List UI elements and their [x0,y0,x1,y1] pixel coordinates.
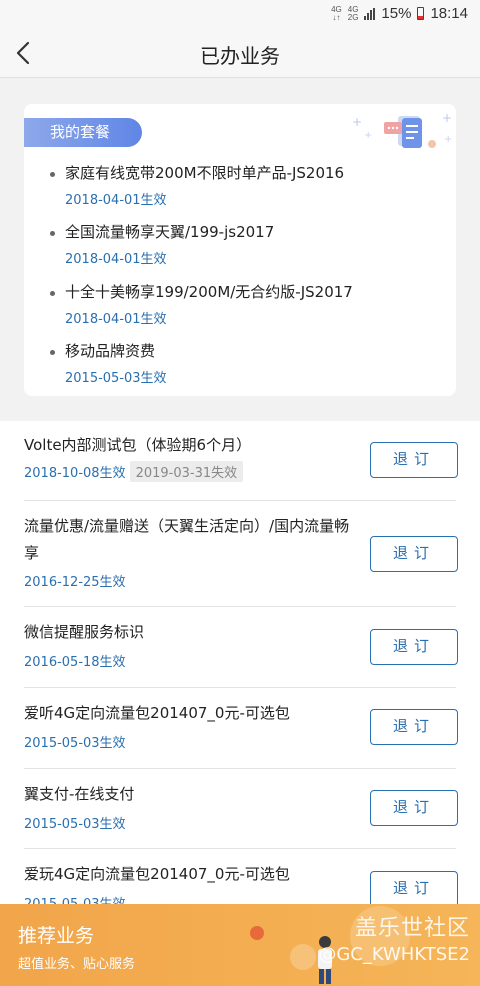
plan-item-name: 家庭有线宽带200M不限时单产品-JS2016 [65,164,345,182]
service-name: Volte内部测试包（体验期6个月） [24,436,252,454]
service-effective-date: 2015-05-03生效 [24,817,126,832]
bullet-dot [50,291,55,296]
service-row: 翼支付-在线支付 2015-05-03生效 退订 [24,769,458,849]
service-name: 爱听4G定向流量包201407_0元-可选包 [24,704,290,722]
svg-text:+: + [444,134,452,145]
service-date: 2018-10-08生效 2019-03-31失效 [24,461,244,482]
unsubscribe-button[interactable]: 退订 [370,536,458,572]
banner-subtitle: 超值业务、贴心服务 [18,957,136,972]
nav-bar: 已办业务 [0,28,480,78]
clock: 18:14 [430,5,468,22]
plan-item-date: 2018-04-01生效 [65,252,167,267]
unsubscribe-button[interactable]: 退订 [370,790,458,826]
services-list: Volte内部测试包（体验期6个月） 2018-10-08生效 2019-03-3… [0,421,480,986]
bullet-dot [50,172,55,177]
expire-badge: 2019-03-31失效 [129,461,244,482]
service-effective-date: 2015-05-03生效 [24,736,126,751]
unsubscribe-button[interactable]: 退订 [370,871,458,907]
service-effective-date: 2016-05-18生效 [24,655,126,670]
service-name: 流量优惠/流量赠送（天翼生活定向）/国内流量畅享 [24,517,350,562]
recommend-banner[interactable]: 推荐业务 超值业务、贴心服务 盖乐世社区 @GC_KWHKTSE2 [0,904,480,986]
signal-icon [364,7,376,20]
service-effective-date: 2018-10-08生效 [24,466,126,481]
plan-item-name: 十全十美畅享199/200M/无合约版-JS2017 [65,283,353,301]
decor-dot [250,926,264,940]
network-type-2: 4G 2G [347,4,359,22]
plan-item-name: 移动品牌资费 [65,342,156,360]
watermark-community: 盖乐世社区 [354,916,470,941]
document-illustration-icon: + + + + [352,111,452,148]
service-row: 流量优惠/流量赠送（天翼生活定向）/国内流量畅享 2016-12-25生效 退订 [24,501,458,607]
svg-text:+: + [442,111,452,125]
battery-percent: 15% [381,5,412,22]
unsubscribe-button[interactable]: 退订 [370,709,458,745]
bullet-dot [50,350,55,355]
plan-item-date: 2018-04-01生效 [65,193,167,208]
banner-title: 推荐业务 [18,925,95,947]
unsubscribe-button[interactable]: 退订 [370,629,458,665]
my-plan-card: 我的套餐 + + + + 家庭有线宽带200M不限时单产品-JS2016 201… [24,104,456,396]
service-name: 翼支付-在线支付 [24,785,135,803]
my-plan-tag: 我的套餐 [24,118,142,147]
service-row: 爱听4G定向流量包201407_0元-可选包 2015-05-03生效 退订 [24,688,458,769]
battery-icon [417,7,425,20]
svg-text:+: + [352,115,362,129]
watermark-handle: @GC_KWHKTSE2 [318,944,470,965]
status-bar: 4G ↓↑ 4G 2G 15% 18:14 [0,0,480,28]
service-effective-date: 2016-12-25生效 [24,575,126,590]
service-row: 微信提醒服务标识 2016-05-18生效 退订 [24,607,458,688]
status-indicators: 4G ↓↑ 4G 2G 15% 18:14 [331,5,468,22]
plan-item-name: 全国流量畅享天翼/199-js2017 [65,223,275,241]
svg-text:+: + [364,130,372,141]
plan-item-date: 2018-04-01生效 [65,312,167,327]
plan-item-date: 2015-05-03生效 [65,371,167,386]
network-type-1: 4G ↓↑ [331,4,342,22]
service-name: 微信提醒服务标识 [24,623,145,641]
page-title: 已办业务 [200,44,280,68]
service-name: 爱玩4G定向流量包201407_0元-可选包 [24,865,290,883]
service-row: Volte内部测试包（体验期6个月） 2018-10-08生效 2019-03-3… [24,421,458,501]
unsubscribe-button[interactable]: 退订 [370,442,458,478]
bullet-dot [50,231,55,236]
